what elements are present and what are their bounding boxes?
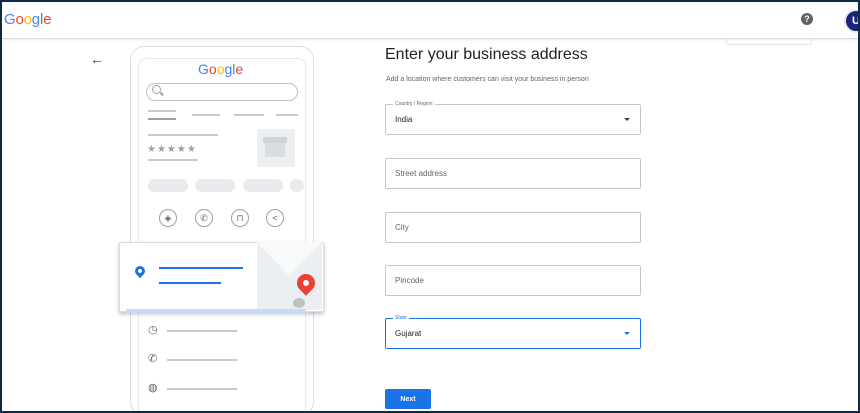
- caret-down-icon: [624, 118, 630, 121]
- clock-icon: ◷: [148, 324, 158, 336]
- state-select[interactable]: State Gujarat: [385, 314, 641, 349]
- chip-placeholder: [243, 179, 283, 192]
- placeholder-line: [148, 110, 176, 112]
- pincode-field[interactable]: [385, 265, 641, 296]
- placeholder-line: [148, 134, 218, 136]
- street-address-field[interactable]: [385, 158, 641, 189]
- logo-letter: g: [31, 11, 40, 28]
- store-thumbnail: [257, 129, 295, 167]
- directions-icon: ◈: [159, 209, 177, 227]
- globe-icon: ◍: [148, 382, 158, 394]
- phone-search-bar: [146, 83, 298, 101]
- google-logo[interactable]: Google: [4, 11, 51, 28]
- top-app-bar: Google ? U: [2, 2, 858, 39]
- phone-icon: ✆: [195, 209, 213, 227]
- rating-stars: ★★★★★: [147, 144, 197, 155]
- map-fold-triangle: [257, 242, 322, 276]
- country-select[interactable]: Country / Region India: [385, 100, 641, 135]
- logo-letter: o: [23, 11, 32, 28]
- placeholder-line: [276, 114, 298, 116]
- account-avatar[interactable]: U: [844, 9, 858, 33]
- app-window: Google ? U ← Google ★★★★★ ◈ ✆ ⊓ < ◷ ✆ ◍ …: [0, 0, 860, 413]
- logo-letter: e: [235, 61, 244, 77]
- placeholder-line: [148, 118, 176, 120]
- logo-letter: o: [15, 11, 24, 28]
- page-subtitle: Add a location where customers can visit…: [386, 76, 589, 83]
- pin-shadow: [293, 298, 305, 308]
- header-tab-stub: [726, 38, 812, 45]
- phone-google-logo: Google: [198, 61, 243, 77]
- search-icon: [152, 85, 161, 94]
- state-value: Gujarat: [395, 329, 422, 338]
- share-icon: <: [266, 209, 284, 227]
- help-circle-icon[interactable]: ?: [801, 13, 813, 25]
- arrow-left-icon[interactable]: ←: [90, 51, 104, 67]
- logo-letter: e: [43, 11, 52, 28]
- placeholder-line: [167, 330, 237, 332]
- logo-letter: o: [208, 61, 217, 77]
- placeholder-line: [167, 359, 237, 361]
- bookmark-icon: ⊓: [231, 209, 249, 227]
- city-input[interactable]: [395, 213, 615, 242]
- logo-letter: G: [198, 61, 209, 77]
- card-accent: [126, 309, 306, 313]
- chip-placeholder: [290, 179, 304, 192]
- placeholder-line: [234, 114, 264, 116]
- phone-icon: ✆: [148, 353, 158, 365]
- address-line: [159, 282, 221, 284]
- next-button[interactable]: Next: [385, 389, 431, 409]
- placeholder-line: [167, 388, 237, 390]
- placeholder-line: [148, 159, 198, 161]
- placeholder-line: [192, 114, 220, 116]
- chip-placeholder: [148, 179, 188, 192]
- caret-down-icon: [624, 332, 630, 335]
- logo-letter: G: [4, 11, 16, 28]
- street-address-input[interactable]: [395, 159, 615, 188]
- country-value: India: [395, 115, 413, 124]
- city-field[interactable]: [385, 212, 641, 243]
- pincode-input[interactable]: [395, 266, 615, 295]
- chip-placeholder: [195, 179, 235, 192]
- page-title: Enter your business address: [385, 46, 588, 63]
- address-line: [159, 267, 243, 269]
